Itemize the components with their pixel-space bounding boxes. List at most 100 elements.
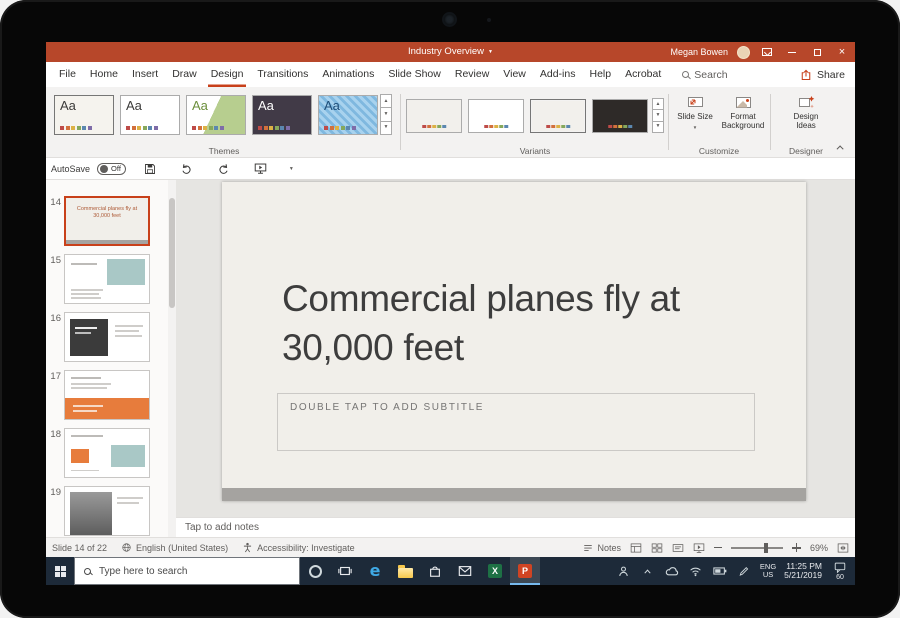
- collapse-ribbon-button[interactable]: [834, 141, 848, 153]
- zoom-slider-thumb[interactable]: [764, 543, 768, 553]
- save-button[interactable]: [144, 163, 156, 175]
- customize-qat-button[interactable]: ▼: [289, 166, 294, 172]
- wifi-button[interactable]: [688, 557, 704, 585]
- cortana-button[interactable]: [300, 557, 330, 585]
- themes-more-button[interactable]: ▼: [380, 121, 392, 135]
- ribbon-tab-animations[interactable]: Animations: [319, 62, 377, 87]
- theme-palette: [258, 126, 290, 130]
- slide-thumbnail-row-15[interactable]: 15: [46, 254, 168, 304]
- slide-thumbnail-row-16[interactable]: 16: [46, 312, 168, 362]
- slide-canvas[interactable]: Commercial planes fly at 30,000 feet DOU…: [222, 182, 806, 501]
- design-ideas-button[interactable]: Design Ideas: [783, 93, 829, 149]
- start-button[interactable]: [46, 557, 74, 585]
- people-button[interactable]: [616, 557, 632, 585]
- restore-button[interactable]: [809, 42, 825, 62]
- reading-view-button[interactable]: [672, 542, 684, 554]
- excel-button[interactable]: X: [480, 557, 510, 585]
- variant-thumbnail-2[interactable]: [468, 99, 524, 133]
- user-avatar[interactable]: [737, 46, 750, 59]
- ribbon-design-panel: Aa Aa Aa Aa Aa ▲: [46, 87, 855, 158]
- slide-thumbnail-row-19[interactable]: 19: [46, 486, 168, 536]
- slide-thumbnail[interactable]: [64, 370, 150, 420]
- notes-pane[interactable]: Tap to add notes: [176, 517, 855, 537]
- theme-thumbnail-4[interactable]: Aa: [252, 95, 312, 135]
- minimize-button[interactable]: [784, 42, 800, 62]
- pen-button[interactable]: [736, 557, 752, 585]
- slide-thumbnail-row-14[interactable]: 14 Commercial planes fly at 30,000 feet: [46, 196, 168, 246]
- taskbar-search[interactable]: Type here to search: [74, 557, 300, 585]
- undo-button[interactable]: [180, 162, 193, 175]
- user-name[interactable]: Megan Bowen: [670, 47, 728, 57]
- ribbon-tab-review[interactable]: Review: [452, 62, 492, 87]
- language-tray[interactable]: ENG US: [760, 563, 776, 580]
- gallery-scroll-up-button[interactable]: ▲: [380, 94, 392, 108]
- slide-thumbnail-row-18[interactable]: 18: [46, 428, 168, 478]
- variant-thumbnail-3-selected[interactable]: [530, 99, 586, 133]
- variants-more-button[interactable]: ▼: [652, 121, 664, 133]
- variant-thumbnail-4[interactable]: [592, 99, 648, 133]
- slide-thumbnail[interactable]: [64, 254, 150, 304]
- thumbnail-scrollbar[interactable]: [168, 180, 176, 537]
- mail-button[interactable]: [450, 557, 480, 585]
- file-explorer-button[interactable]: [390, 557, 420, 585]
- ribbon-tab-transitions[interactable]: Transitions: [254, 62, 311, 87]
- slide-size-button[interactable]: Slide Size ▼: [672, 93, 718, 149]
- ribbon-tab-draw[interactable]: Draw: [169, 62, 200, 87]
- zoom-out-button[interactable]: [714, 547, 722, 549]
- theme-thumbnail-3[interactable]: Aa: [186, 95, 246, 135]
- battery-button[interactable]: [712, 557, 728, 585]
- ribbon-display-options-button[interactable]: [759, 42, 775, 62]
- format-background-button[interactable]: Format Background: [720, 93, 766, 149]
- close-button[interactable]: ×: [834, 42, 850, 62]
- zoom-level[interactable]: 69%: [810, 543, 828, 553]
- edge-button[interactable]: e: [360, 557, 390, 585]
- theme-thumbnail-2[interactable]: Aa: [120, 95, 180, 135]
- start-slideshow-button[interactable]: [254, 162, 267, 175]
- ribbon-tab-acrobat[interactable]: Acrobat: [622, 62, 664, 87]
- ribbon-tab-insert[interactable]: Insert: [129, 62, 161, 87]
- normal-view-button[interactable]: [630, 542, 642, 554]
- action-center-button[interactable]: 60: [830, 562, 850, 581]
- normal-view-icon: [630, 542, 642, 554]
- slide-thumbnail[interactable]: [64, 428, 150, 478]
- slide-thumbnail[interactable]: [64, 486, 150, 536]
- autosave-toggle[interactable]: Off: [97, 163, 126, 175]
- fit-to-window-button[interactable]: [837, 542, 849, 554]
- accessibility-status[interactable]: Accessibility: Investigate: [242, 542, 355, 553]
- show-hidden-icons-button[interactable]: [640, 557, 656, 585]
- slideshow-monitor-icon: [254, 162, 267, 175]
- ribbon-tab-slide-show[interactable]: Slide Show: [385, 62, 444, 87]
- ribbon-search[interactable]: Search: [682, 62, 727, 87]
- task-view-button[interactable]: [330, 557, 360, 585]
- ribbon-tab-file[interactable]: File: [56, 62, 79, 87]
- gallery-scroll-down-button[interactable]: ▼: [380, 107, 392, 121]
- notes-button[interactable]: Notes: [583, 543, 621, 553]
- ribbon-tab-home[interactable]: Home: [87, 62, 121, 87]
- ribbon-tab-help[interactable]: Help: [586, 62, 614, 87]
- slide-thumbnail[interactable]: [64, 312, 150, 362]
- slideshow-view-button[interactable]: [693, 542, 705, 554]
- share-button[interactable]: Share: [800, 62, 845, 87]
- variant-thumbnail-1[interactable]: [406, 99, 462, 133]
- slide-thumbnail-row-17[interactable]: 17: [46, 370, 168, 420]
- reading-view-icon: [672, 542, 684, 554]
- zoom-slider[interactable]: [731, 547, 783, 549]
- scrollbar-thumb[interactable]: [169, 198, 175, 308]
- ribbon-tab-design[interactable]: Design: [208, 62, 247, 87]
- subtitle-placeholder[interactable]: DOUBLE TAP TO ADD SUBTITLE: [277, 393, 755, 451]
- language-status[interactable]: English (United States): [121, 542, 228, 553]
- ribbon-tab-view[interactable]: View: [500, 62, 529, 87]
- taskbar-clock[interactable]: 11:25 PM 5/21/2019: [784, 562, 822, 581]
- theme-thumbnail-5[interactable]: Aa: [318, 95, 378, 135]
- slide-thumbnail[interactable]: Commercial planes fly at 30,000 feet: [64, 196, 150, 246]
- slide-sorter-view-button[interactable]: [651, 542, 663, 554]
- slide-title[interactable]: Commercial planes fly at 30,000 feet: [282, 274, 754, 372]
- ribbon-tab-add-ins[interactable]: Add-ins: [537, 62, 579, 87]
- powerpoint-button-active[interactable]: P: [510, 557, 540, 585]
- zoom-in-button[interactable]: [792, 543, 801, 552]
- redo-button[interactable]: [217, 162, 230, 175]
- theme-thumbnail-current[interactable]: Aa: [54, 95, 114, 135]
- microsoft-store-button[interactable]: [420, 557, 450, 585]
- thumb-shape: [65, 398, 149, 419]
- onedrive-button[interactable]: [664, 557, 680, 585]
